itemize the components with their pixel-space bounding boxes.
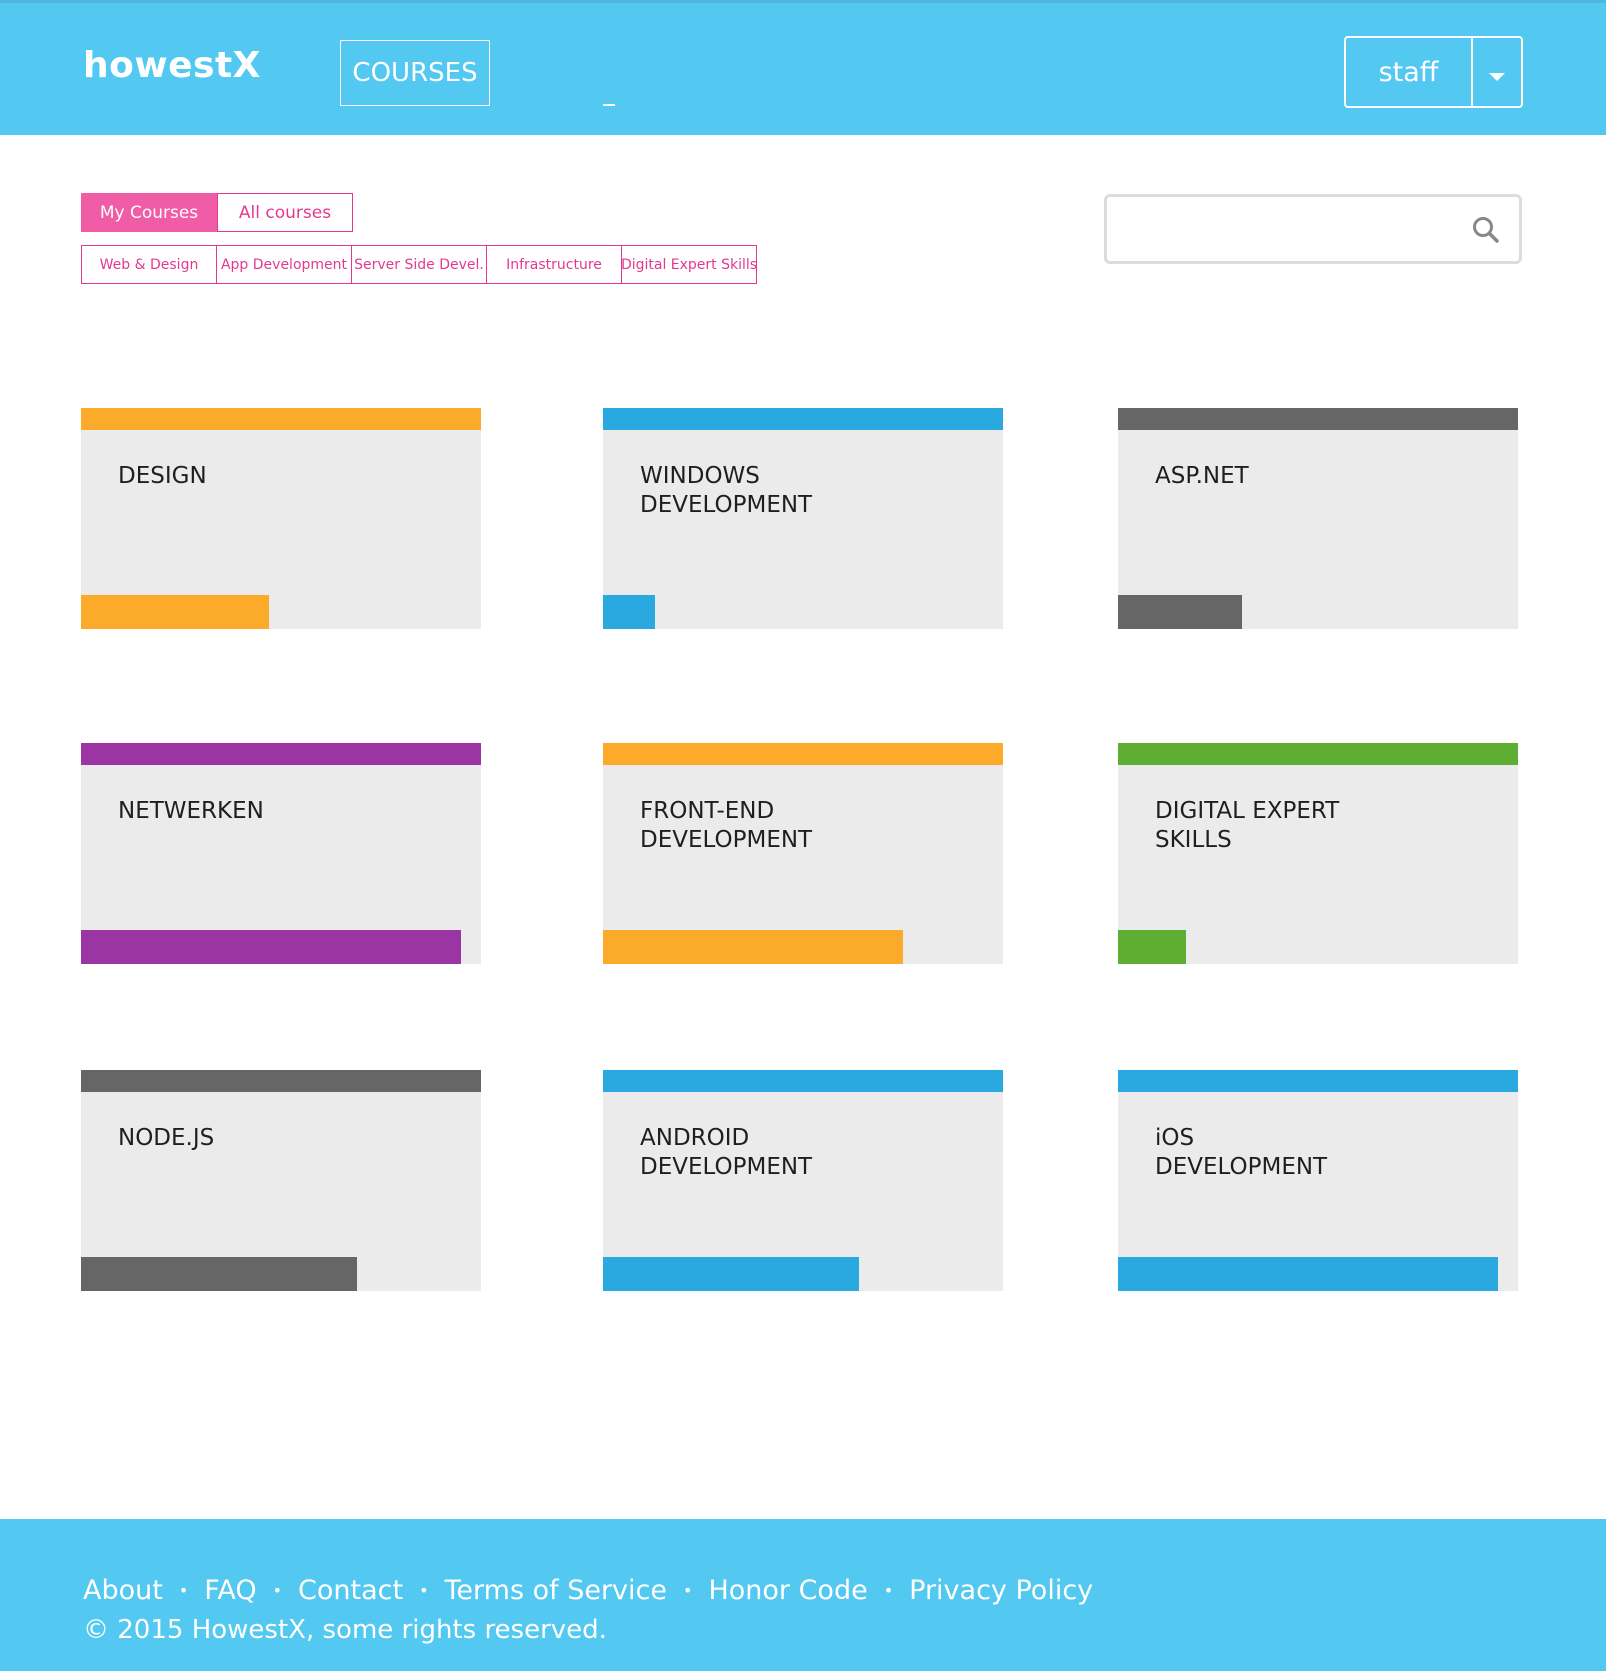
course-card[interactable]: iOS DEVELOPMENT <box>1118 1070 1518 1291</box>
course-color-bar <box>81 743 481 765</box>
filter-infrastructure[interactable]: Infrastructure <box>486 245 622 284</box>
course-progress-bar <box>603 1257 859 1291</box>
course-card[interactable]: WINDOWS DEVELOPMENT <box>603 408 1003 629</box>
footer-separator: • <box>178 1581 189 1600</box>
user-name[interactable]: staff <box>1346 38 1473 106</box>
caret-down-icon <box>1489 73 1505 81</box>
category-filters: Web & Design App Development Server Side… <box>81 245 757 284</box>
course-card[interactable]: DESIGN <box>81 408 481 629</box>
course-scope-tabs: My Courses All courses <box>81 193 353 232</box>
course-card[interactable]: NETWERKEN <box>81 743 481 964</box>
footer-link-privacy[interactable]: Privacy Policy <box>909 1575 1093 1606</box>
filter-server-side[interactable]: Server Side Devel. <box>351 245 487 284</box>
site-header: howestX COURSES staff <box>0 0 1606 135</box>
tab-my-courses[interactable]: My Courses <box>81 193 217 232</box>
user-menu[interactable]: staff <box>1344 36 1523 108</box>
footer-link-faq[interactable]: FAQ <box>204 1575 256 1606</box>
site-footer: About • FAQ • Contact • Terms of Service… <box>0 1519 1606 1671</box>
course-progress-bar <box>81 595 269 629</box>
course-title: NETWERKEN <box>118 798 264 824</box>
course-progress-bar <box>81 1257 357 1291</box>
course-color-bar <box>81 408 481 430</box>
course-progress-bar <box>1118 1257 1498 1291</box>
filter-web-design[interactable]: Web & Design <box>81 245 217 284</box>
course-title: DESIGN <box>118 463 207 489</box>
course-card[interactable]: ASP.NET <box>1118 408 1518 629</box>
course-progress-bar <box>1118 595 1242 629</box>
course-progress-bar <box>1118 930 1186 964</box>
course-color-bar <box>81 1070 481 1092</box>
user-menu-dropdown-toggle[interactable] <box>1473 38 1521 106</box>
course-card[interactable]: ANDROID DEVELOPMENT <box>603 1070 1003 1291</box>
course-color-bar <box>1118 408 1518 430</box>
footer-separator: • <box>883 1581 894 1600</box>
course-title: DIGITAL EXPERT SKILLS <box>1155 798 1340 853</box>
search-icon[interactable] <box>1471 215 1501 245</box>
footer-separator: • <box>683 1581 693 1600</box>
copyright: © 2015 HowestX, some rights reserved. <box>83 1615 607 1645</box>
footer-separator: • <box>272 1581 283 1600</box>
tab-all-courses[interactable]: All courses <box>217 193 353 232</box>
course-progress-bar <box>603 930 903 964</box>
footer-link-about[interactable]: About <box>83 1575 163 1606</box>
course-progress-bar <box>603 595 655 629</box>
course-title: FRONT-END DEVELOPMENT <box>640 798 813 853</box>
nav-underline <box>603 104 615 106</box>
course-card[interactable]: DIGITAL EXPERT SKILLS <box>1118 743 1518 964</box>
course-progress-bar <box>81 930 461 964</box>
footer-link-terms[interactable]: Terms of Service <box>445 1575 668 1606</box>
course-title: NODE.JS <box>118 1125 215 1151</box>
course-color-bar <box>603 743 1003 765</box>
footer-link-honor-code[interactable]: Honor Code <box>708 1575 867 1606</box>
course-card[interactable]: FRONT-END DEVELOPMENT <box>603 743 1003 964</box>
search-input[interactable] <box>1117 207 1451 253</box>
filter-app-development[interactable]: App Development <box>216 245 352 284</box>
filter-digital-expert-skills[interactable]: Digital Expert Skills <box>621 245 757 284</box>
footer-link-contact[interactable]: Contact <box>298 1575 403 1606</box>
course-title: ASP.NET <box>1155 463 1249 489</box>
course-title: WINDOWS DEVELOPMENT <box>640 463 813 518</box>
course-color-bar <box>603 1070 1003 1092</box>
course-title: iOS DEVELOPMENT <box>1155 1125 1328 1180</box>
logo[interactable]: howestX <box>83 45 261 86</box>
footer-links: About • FAQ • Contact • Terms of Service… <box>83 1575 1093 1606</box>
footer-separator: • <box>419 1581 429 1600</box>
course-color-bar <box>603 408 1003 430</box>
course-card[interactable]: NODE.JS <box>81 1070 481 1291</box>
search-box <box>1104 194 1522 264</box>
nav-courses-link[interactable]: COURSES <box>340 40 490 106</box>
course-color-bar <box>1118 1070 1518 1092</box>
course-title: ANDROID DEVELOPMENT <box>640 1125 813 1180</box>
course-color-bar <box>1118 743 1518 765</box>
